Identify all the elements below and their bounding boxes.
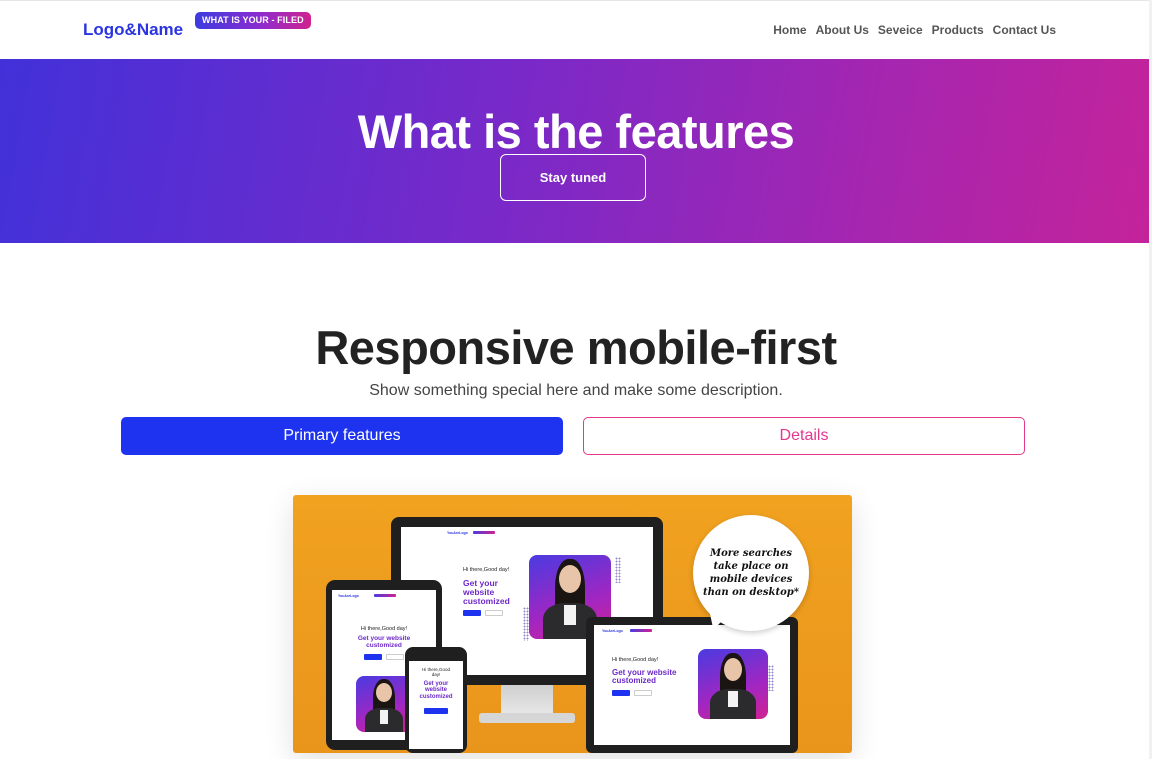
phone-hero-text: Hi there,Good day! Get your website cust…: [409, 667, 463, 714]
mockup-greeting-tablet: Hi there,Good day!: [360, 626, 408, 632]
mockup-heading-laptop: Get your website customized: [612, 668, 677, 686]
mockup-greeting-laptop: Hi there,Good day!: [612, 657, 659, 663]
tablet-portrait: [356, 676, 412, 732]
section-title: Responsive mobile-first: [315, 321, 837, 374]
mockup-brand: YouAreLogo: [338, 594, 359, 598]
hero-banner: What is the features Stay tuned: [0, 59, 1152, 243]
nav-about-us[interactable]: About Us: [816, 23, 869, 37]
mockup-badge: [473, 531, 495, 534]
nav-links: Home About Us Seveice Products Contact U…: [773, 23, 1056, 37]
stay-tuned-button[interactable]: Stay tuned: [500, 154, 646, 201]
laptop-hero-text: Hi there,Good day! Get your website cust…: [612, 657, 682, 696]
mockup-greeting: Hi there,Good day!: [463, 567, 510, 573]
mockup-buttons: [409, 707, 463, 714]
mockup-greeting-phone: Hi there,Good day!: [421, 667, 450, 677]
mockup-buttons: [463, 609, 523, 616]
primary-features-button[interactable]: Primary features: [121, 417, 563, 455]
mockup-brand: YouAreLogo: [602, 629, 623, 633]
devices-showcase-image: YouAreLogo Hi there,Good day! Get your w…: [293, 495, 852, 753]
speech-bubble-text: More searches take place on mobile devic…: [703, 548, 799, 598]
field-badge: WHAT IS YOUR - FILED: [195, 12, 311, 29]
laptop-device: YouAreLogo Hi there,Good day! Get your w…: [586, 617, 798, 753]
section-description: Show something special here and make som…: [369, 382, 783, 399]
nav-products[interactable]: Products: [932, 23, 984, 37]
navbar: Logo&Name WHAT IS YOUR - FILED Home Abou…: [0, 0, 1152, 59]
decor-dots: [615, 557, 621, 583]
mockup-heading: Get your website customized: [463, 578, 510, 606]
monitor-base: [479, 713, 575, 723]
nav-contact-us[interactable]: Contact Us: [993, 23, 1056, 37]
details-button[interactable]: Details: [583, 417, 1025, 455]
laptop-screen: YouAreLogo Hi there,Good day! Get your w…: [594, 625, 790, 745]
mockup-heading-phone: Get your website customized: [419, 681, 453, 700]
brand-logo[interactable]: Logo&Name: [83, 20, 183, 40]
mockup-badge: [374, 594, 396, 597]
decor-dots: [768, 665, 774, 691]
decor-dots: [523, 607, 529, 641]
phone-device: Hi there,Good day! Get your website cust…: [405, 647, 467, 753]
hero-title: What is the features: [357, 105, 795, 158]
mockup-brand: YouAreLogo: [447, 531, 468, 535]
nav-service[interactable]: Seveice: [878, 23, 923, 37]
mockup-buttons: [612, 689, 682, 696]
desktop-hero-text: Hi there,Good day! Get your website cust…: [463, 567, 523, 616]
nav-home[interactable]: Home: [773, 23, 806, 37]
mockup-badge: [630, 629, 652, 632]
laptop-portrait: [698, 649, 768, 719]
monitor-stand: [501, 685, 553, 715]
phone-screen: Hi there,Good day! Get your website cust…: [409, 661, 463, 749]
